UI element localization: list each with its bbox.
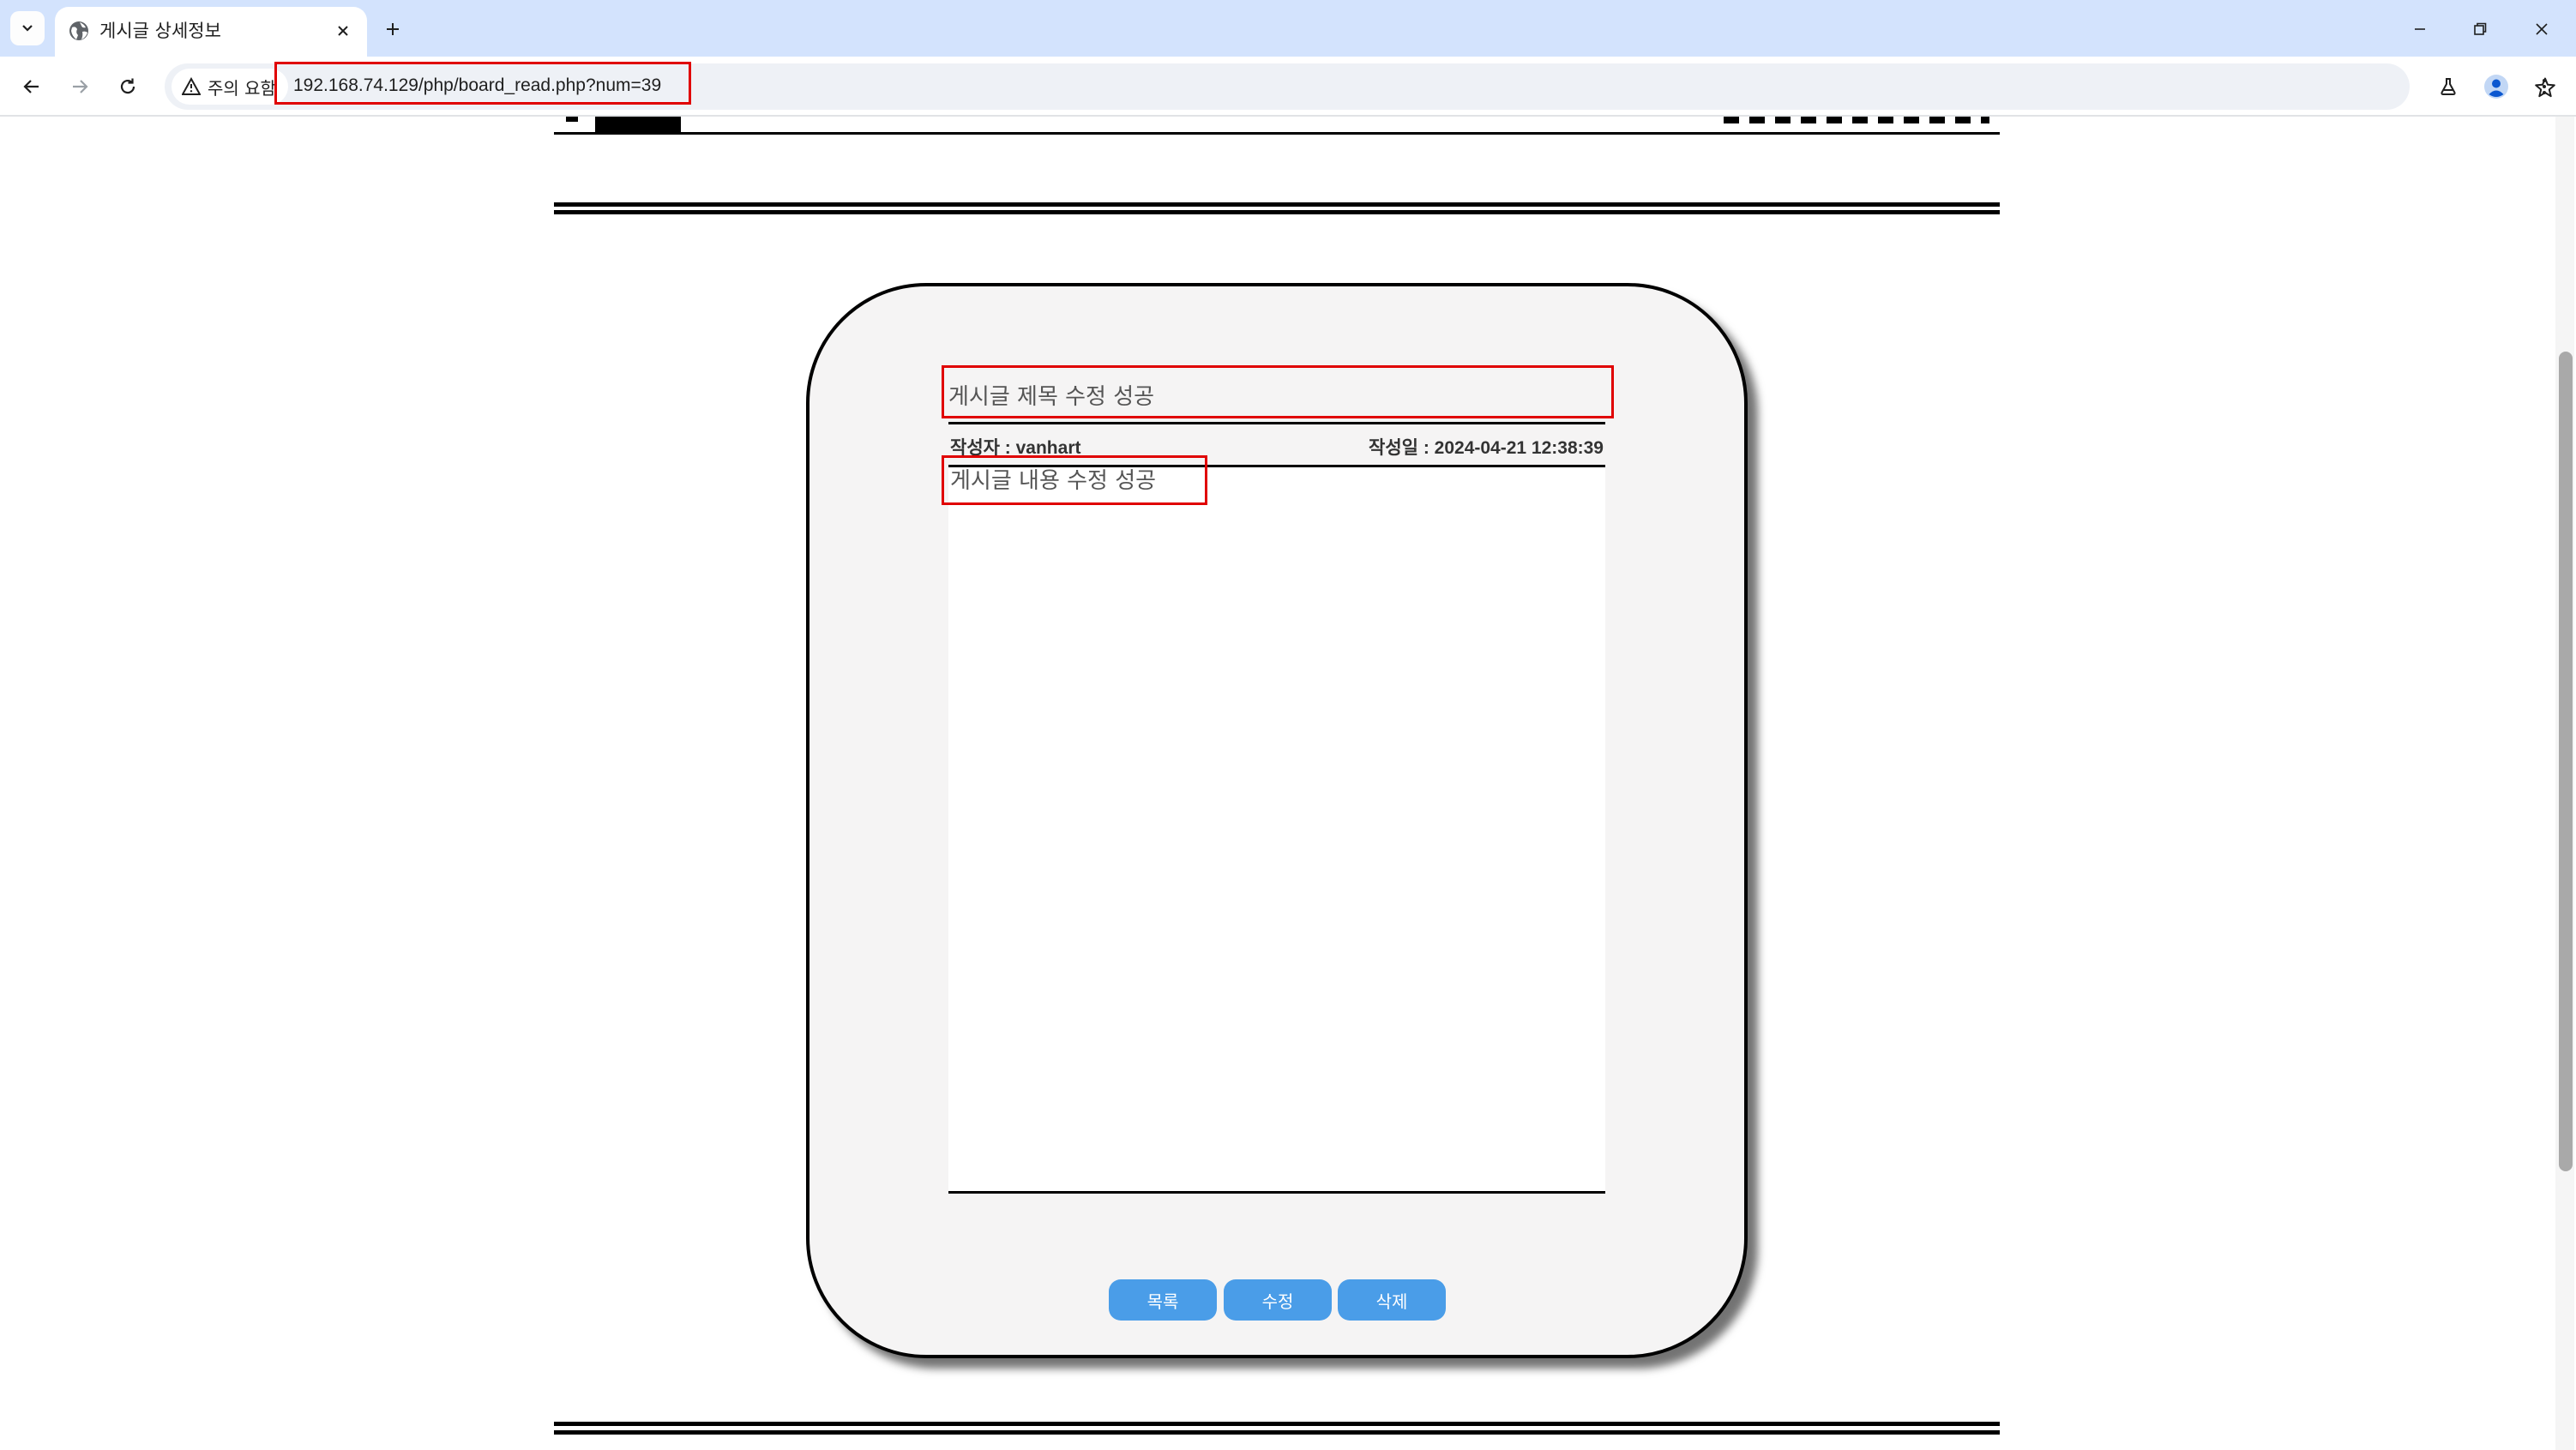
tab-strip: 게시글 상세정보 <box>0 0 2576 57</box>
scrollbar-thumb[interactable] <box>2559 352 2573 1171</box>
security-status-label: 주의 요함 <box>208 77 276 99</box>
delete-button[interactable]: 삭제 <box>1338 1279 1446 1321</box>
header-fragment <box>566 117 578 122</box>
more-vertical-icon <box>2543 79 2546 94</box>
close-tab-button[interactable] <box>329 17 357 45</box>
header-divider <box>554 132 2000 135</box>
close-icon <box>338 26 348 36</box>
post-date: 작성일 : 2024-04-21 12:38:39 <box>1363 434 1604 460</box>
new-tab-button[interactable] <box>377 14 408 45</box>
minimize-icon <box>2415 28 2425 30</box>
reload-icon <box>120 78 135 94</box>
globe-icon <box>69 21 88 40</box>
address-bar[interactable]: 주의 요함 192.168.74.129/php/board_read.php?… <box>165 63 2555 110</box>
footer-divider <box>554 1422 2000 1426</box>
date-value: 2024-04-21 12:38:39 <box>1434 438 1604 458</box>
browser-tab[interactable]: 게시글 상세정보 <box>55 7 367 57</box>
reload-button[interactable] <box>110 69 146 105</box>
menu-button[interactable] <box>2526 69 2562 105</box>
list-button[interactable]: 목록 <box>1109 1279 1217 1321</box>
avatar-icon <box>2484 75 2508 99</box>
author-label: 작성자 : <box>950 438 1016 458</box>
browser-toolbar: 주의 요함 192.168.74.129/php/board_read.php?… <box>0 57 2576 117</box>
header-logo-fragment <box>595 117 681 134</box>
restore-icon <box>2474 22 2487 35</box>
arrow-right-icon <box>73 80 88 93</box>
warning-icon <box>182 77 201 95</box>
divider-line <box>554 202 2000 207</box>
arrow-left-icon <box>23 80 39 93</box>
security-status-chip[interactable]: 주의 요함 <box>172 69 288 105</box>
profile-button[interactable] <box>2478 69 2514 105</box>
edit-button[interactable]: 수정 <box>1224 1279 1332 1321</box>
chevron-down-icon <box>22 25 33 32</box>
date-label: 작성일 : <box>1369 438 1435 458</box>
minimize-button[interactable] <box>2401 10 2439 48</box>
labs-button[interactable] <box>2430 69 2466 105</box>
title-divider <box>948 422 1605 424</box>
post-author: 작성자 : vanhart <box>950 434 1080 460</box>
post-content-area <box>948 467 1605 1193</box>
close-icon <box>2536 23 2548 35</box>
header-nav-fragment <box>1724 117 1989 123</box>
flask-icon <box>2441 78 2456 95</box>
plus-icon <box>387 23 399 35</box>
restore-button[interactable] <box>2461 10 2499 48</box>
close-window-button[interactable] <box>2523 10 2561 48</box>
footer-divider <box>554 1430 2000 1435</box>
divider-line <box>554 210 2000 214</box>
tab-title: 게시글 상세정보 <box>99 21 221 41</box>
post-title: 게시글 제목 수정 성공 <box>948 384 1155 410</box>
content-divider <box>948 1191 1605 1194</box>
url-text[interactable]: 192.168.74.129/php/board_read.php?num=39 <box>293 75 661 96</box>
author-name: vanhart <box>1015 438 1081 458</box>
post-content: 게시글 내용 수정 성공 <box>950 468 1157 494</box>
forward-button[interactable] <box>62 69 98 105</box>
back-button[interactable] <box>14 69 50 105</box>
tab-search-button[interactable] <box>10 11 45 45</box>
